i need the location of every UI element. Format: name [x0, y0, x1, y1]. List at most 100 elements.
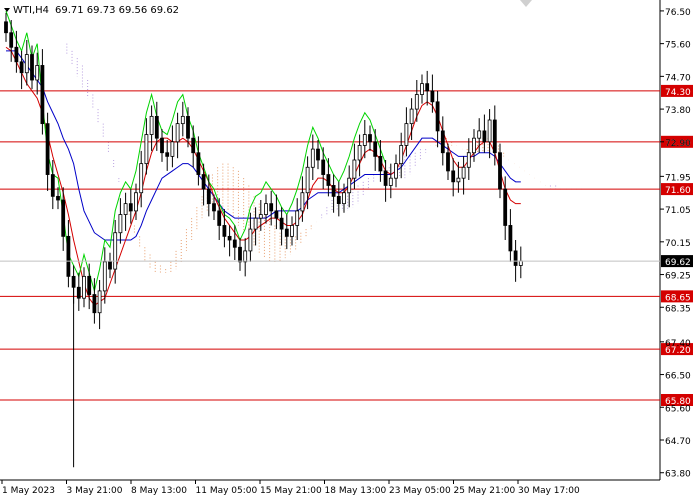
price-tick-label: 75.60	[665, 41, 691, 51]
candle-body	[274, 210, 279, 219]
candle-body	[264, 203, 268, 215]
candle-body	[30, 54, 34, 81]
candle-body	[232, 239, 237, 248]
candle-body	[123, 203, 128, 215]
candle-body	[35, 65, 40, 81]
candle-body	[102, 261, 107, 292]
candle-body	[347, 177, 352, 194]
price-tick-label: 73.80	[665, 106, 691, 116]
chart-canvas: 74.3072.9071.6068.6567.2065.8076.5075.60…	[0, 0, 693, 496]
price-tick-label: 68.35	[665, 304, 691, 314]
candle-body	[352, 159, 357, 179]
time-tick-label: 1 May 2023	[2, 486, 55, 496]
candle-body	[331, 185, 336, 197]
candle-body	[50, 174, 55, 197]
candle-body	[149, 115, 154, 135]
candle-body	[513, 250, 518, 266]
candle-body	[284, 228, 289, 237]
candle-body	[154, 115, 159, 139]
time-tick-label: 30 May 17:00	[518, 486, 580, 496]
candle-body	[165, 152, 170, 157]
candle-body	[258, 214, 263, 219]
candle-body	[108, 261, 112, 270]
candle-body	[4, 21, 8, 34]
candle-body	[253, 217, 258, 230]
candle-body	[456, 177, 461, 183]
price-tick-label: 66.50	[665, 372, 691, 382]
candle-body	[14, 46, 19, 63]
candle-body	[295, 210, 300, 226]
price-tick-label: 67.40	[665, 339, 691, 349]
candle-body	[40, 65, 45, 125]
candle-body	[128, 203, 133, 212]
price-tick-label: 72.90	[665, 139, 691, 149]
symbol-timeframe: WTI,H4	[13, 5, 49, 16]
candle-body	[503, 188, 508, 226]
candle-body	[373, 141, 378, 157]
chart-header: WTI,H4 69.71 69.73 69.56 69.62	[4, 5, 179, 16]
time-tick-label: 23 May 05:00	[389, 486, 451, 496]
candle-body	[144, 134, 149, 165]
price-tick-label: 64.70	[665, 437, 691, 447]
candle-body	[160, 137, 164, 154]
candle-body	[206, 188, 211, 205]
candle-body	[134, 192, 138, 212]
time-tick-label: 18 May 13:00	[325, 486, 387, 496]
candle-body	[430, 90, 435, 103]
candle-body	[118, 214, 123, 234]
candle-body	[139, 163, 144, 194]
time-tick-label: 11 May 05:00	[196, 486, 258, 496]
candle-body	[472, 137, 476, 154]
candle-body	[518, 260, 523, 266]
candle-body	[290, 225, 294, 237]
candle-body	[248, 228, 253, 252]
time-tick-label: 15 May 21:00	[260, 486, 322, 496]
price-chart[interactable]: 74.30 72.90 71.60 68.65 67.20 65.80 76.50 75.60…	[0, 0, 700, 500]
candle-body	[316, 148, 320, 161]
level-label: 74.30	[665, 88, 691, 98]
price-tick-label: 69.25	[665, 272, 691, 282]
candle-body	[82, 275, 86, 299]
candle-body	[508, 225, 513, 252]
time-tick-label: 8 May 13:00	[131, 486, 187, 496]
candle-body	[222, 225, 227, 237]
candle-body	[342, 192, 346, 205]
candle-body	[45, 123, 50, 175]
price-tick-label: 63.80	[665, 470, 691, 480]
candle-body	[378, 155, 383, 172]
candle-body	[394, 163, 398, 179]
candle-body	[175, 123, 180, 143]
price-tick-label: 65.60	[665, 404, 691, 414]
candle-body	[388, 177, 393, 186]
candle-body	[92, 294, 97, 314]
collapse-triangle-icon[interactable]	[4, 8, 10, 12]
price-tick-label: 71.05	[665, 206, 691, 216]
price-tick-label: 74.70	[665, 73, 691, 83]
candle-body	[404, 123, 409, 146]
candle-body	[61, 199, 66, 237]
candle-body	[305, 166, 310, 194]
candle-body	[440, 130, 445, 154]
candle-body	[336, 195, 341, 205]
candle-body	[414, 94, 419, 110]
price-tick-label: 70.15	[665, 239, 691, 249]
candle-body	[466, 152, 471, 168]
candle-body	[368, 134, 372, 143]
candle-body	[482, 130, 487, 143]
candle-body	[477, 130, 482, 139]
candle-body	[383, 170, 388, 186]
price-tick-label: 71.95	[665, 173, 691, 183]
candle-body	[425, 83, 430, 92]
candle-body	[9, 32, 14, 48]
candle-body	[492, 119, 497, 154]
candle-body	[113, 232, 118, 270]
candle-body	[461, 166, 466, 179]
time-tick-label: 25 May 21:00	[454, 486, 516, 496]
ohlc-readout: 69.71 69.73 69.56 69.62	[55, 5, 179, 16]
candle-body	[238, 246, 242, 263]
last-price-tag: 69.62	[665, 258, 691, 268]
candle-body	[212, 203, 216, 212]
candle-body	[56, 195, 60, 201]
candle-body	[87, 275, 92, 295]
candle-body	[321, 159, 326, 175]
